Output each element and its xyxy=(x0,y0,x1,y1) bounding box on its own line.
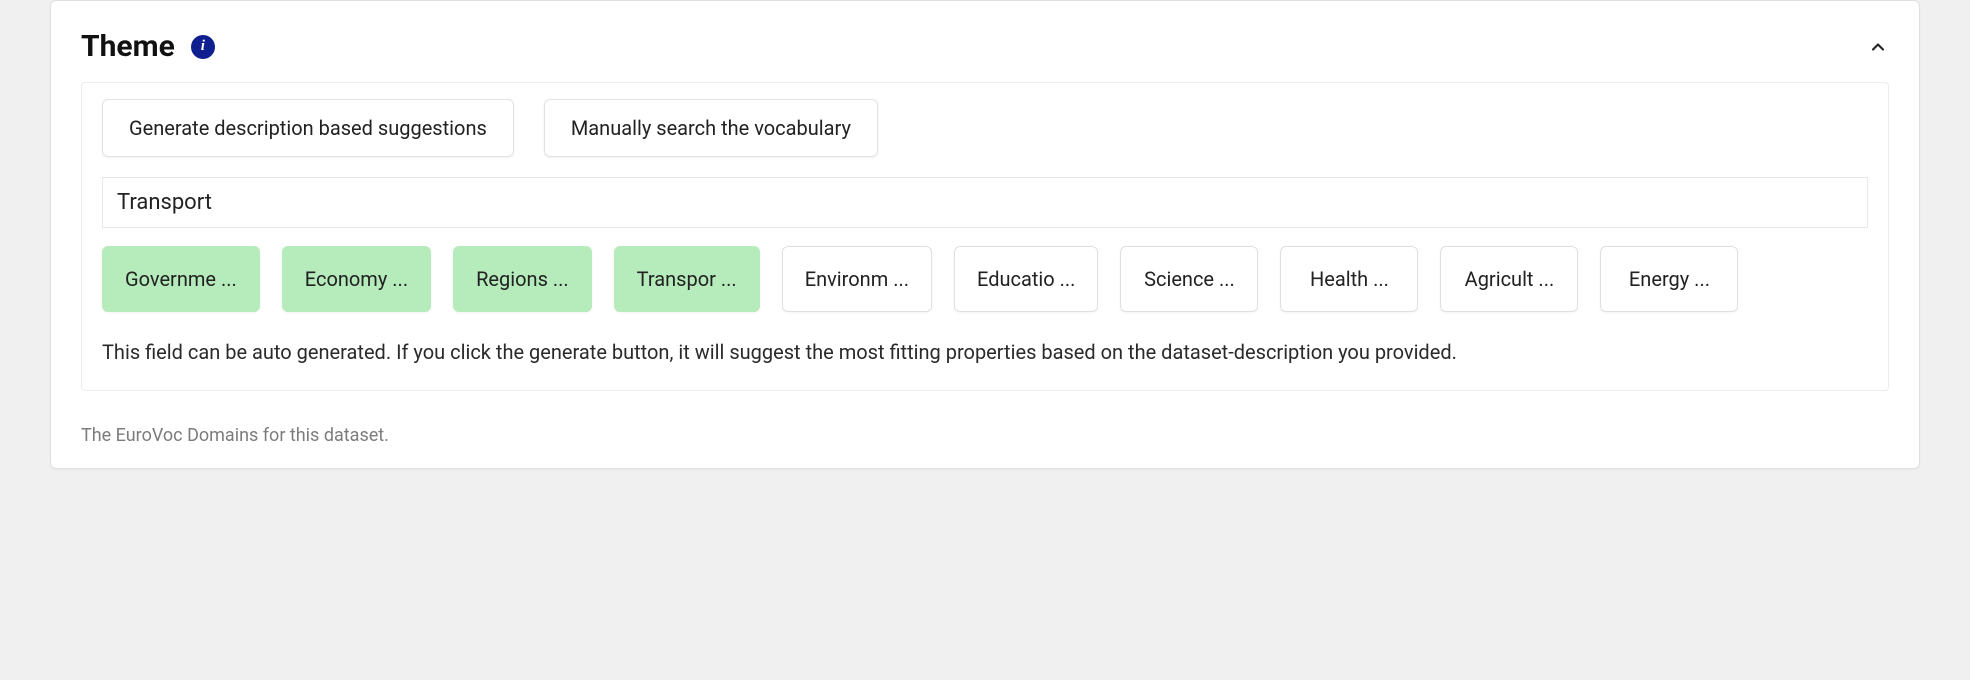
theme-chip[interactable]: Educatio ... xyxy=(954,246,1098,312)
generate-suggestions-button[interactable]: Generate description based suggestions xyxy=(102,99,514,157)
manual-search-button[interactable]: Manually search the vocabulary xyxy=(544,99,878,157)
inner-panel: Generate description based suggestions M… xyxy=(81,82,1889,391)
card-header: Theme i xyxy=(51,1,1919,82)
title-wrap: Theme i xyxy=(81,29,215,64)
action-button-row: Generate description based suggestions M… xyxy=(102,93,1868,175)
collapse-toggle[interactable] xyxy=(1867,36,1889,58)
theme-chip[interactable]: Governme ... xyxy=(102,246,260,312)
info-icon[interactable]: i xyxy=(191,35,215,59)
theme-chip[interactable]: Transpor ... xyxy=(614,246,760,312)
theme-chip[interactable]: Science ... xyxy=(1120,246,1258,312)
theme-chip[interactable]: Agricult ... xyxy=(1440,246,1578,312)
page-container: Theme i Generate description based sugge… xyxy=(0,0,1970,499)
theme-chip[interactable]: Environm ... xyxy=(782,246,932,312)
footer-note: The EuroVoc Domains for this dataset. xyxy=(51,411,1919,468)
theme-chip[interactable]: Health ... xyxy=(1280,246,1418,312)
chevron-up-icon xyxy=(1868,37,1888,57)
theme-chip[interactable]: Economy ... xyxy=(282,246,431,312)
theme-chip[interactable]: Energy ... xyxy=(1600,246,1738,312)
theme-search-input[interactable] xyxy=(117,190,1853,215)
theme-chip[interactable]: Regions ... xyxy=(453,246,592,312)
helper-text: This field can be auto generated. If you… xyxy=(102,324,1868,364)
section-title: Theme xyxy=(81,29,175,64)
theme-card: Theme i Generate description based sugge… xyxy=(50,0,1920,469)
search-input-wrap[interactable] xyxy=(102,177,1868,228)
theme-chips-container: Governme ... Economy ... Regions ... Transp… xyxy=(102,242,1868,324)
